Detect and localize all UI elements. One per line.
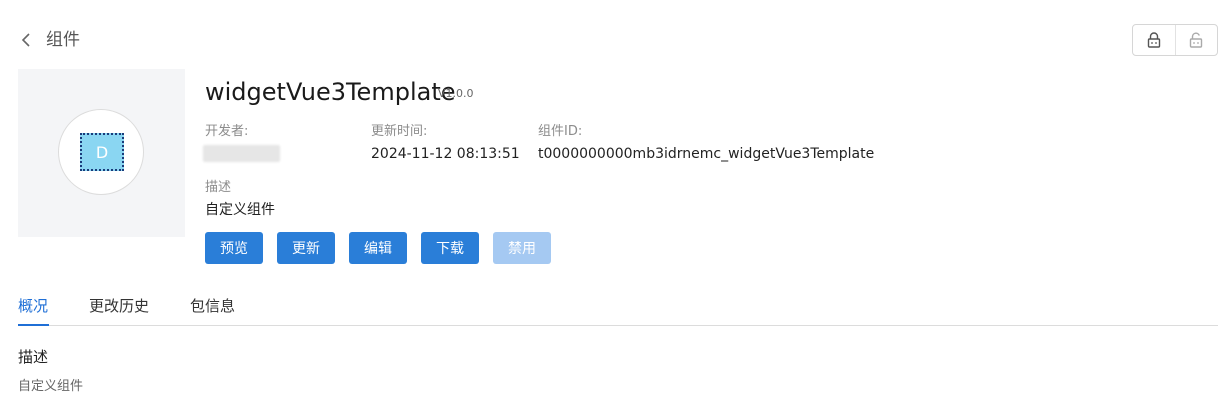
download-button[interactable]: 下载 <box>421 232 479 264</box>
chevron-left-icon <box>21 33 30 47</box>
update-button[interactable]: 更新 <box>277 232 335 264</box>
widget-id-label: 组件ID: <box>538 124 583 139</box>
developer-label: 开发者: <box>205 124 249 139</box>
edit-button[interactable]: 编辑 <box>349 232 407 264</box>
widget-avatar: D <box>80 133 124 171</box>
preview-button[interactable]: 预览 <box>205 232 263 264</box>
description-value: 自定义组件 <box>205 202 275 218</box>
widget-version: V1.0.0 <box>438 87 474 100</box>
tab-overview[interactable]: 概况 <box>18 296 48 316</box>
back-button[interactable] <box>18 30 34 50</box>
unlock-icon <box>1190 32 1203 48</box>
tab-change-history[interactable]: 更改历史 <box>89 296 149 316</box>
developer-value-redacted <box>203 145 280 162</box>
overview-section-text: 自定义组件 <box>18 379 84 394</box>
updated-time-label: 更新时间: <box>371 124 428 139</box>
breadcrumb[interactable]: 组件 <box>46 30 80 50</box>
disable-button[interactable]: 禁用 <box>493 232 551 264</box>
widget-name: widgetVue3Template <box>205 78 456 106</box>
tab-active-indicator <box>18 324 49 326</box>
updated-time-value: 2024-11-12 08:13:51 <box>371 146 520 162</box>
description-label: 描述 <box>205 180 232 195</box>
lock-icon <box>1147 32 1160 48</box>
widget-id-value: t0000000000mb3idrnemc_widgetVue3Template <box>538 146 875 162</box>
tab-divider <box>18 325 1218 326</box>
unlock-button[interactable] <box>1176 25 1218 55</box>
lock-toggle-group <box>1132 24 1218 56</box>
lock-button[interactable] <box>1133 25 1176 55</box>
overview-section-title: 描述 <box>18 348 49 366</box>
tab-package-info[interactable]: 包信息 <box>190 296 235 316</box>
